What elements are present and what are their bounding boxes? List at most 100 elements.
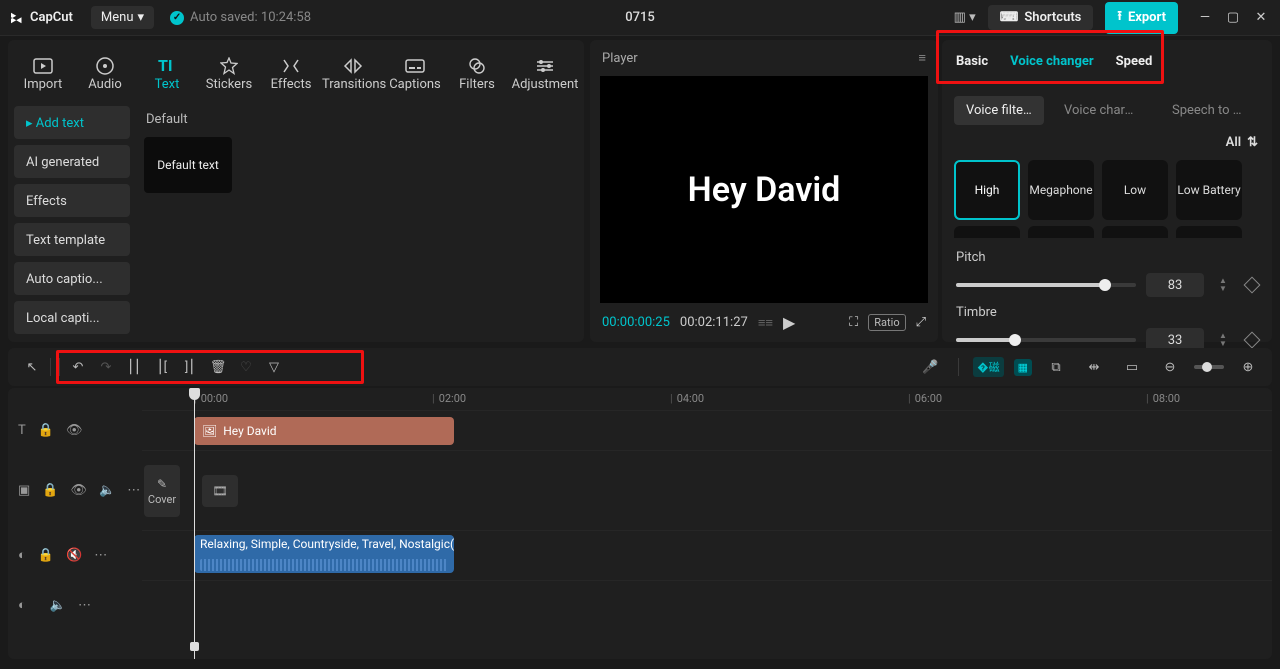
tab-stickers[interactable]: Stickers [198,55,260,98]
preview-icon[interactable]: ▭ [1118,353,1146,381]
keyframe-icon[interactable] [1244,332,1261,349]
layout-icon[interactable]: ▥ ▾ [954,10,976,25]
tab-audio[interactable]: Audio [74,55,136,98]
split-left-icon[interactable]: ⎮[ [148,353,176,381]
tab-text[interactable]: TIText [136,55,198,98]
preset-low[interactable]: Low [1102,160,1168,220]
keyframe-icon[interactable] [1244,277,1261,294]
all-filter-label[interactable]: All [1226,135,1241,150]
split-icon[interactable]: ⎮⎮ [120,353,148,381]
export-button[interactable]: ⭱ Export [1105,2,1178,34]
chevron-down-icon: ▾ [138,10,145,25]
lock-icon[interactable]: 🔒 [38,423,54,438]
tab-adjustment[interactable]: Adjustment [508,55,582,98]
pitch-row: Pitch [942,246,1272,269]
timeline-ruler[interactable]: 00:00 02:00 04:00 06:00 08:00 [142,388,1272,410]
cover-button[interactable]: ✎ Cover [144,465,180,517]
favorite-icon[interactable]: ♡ [232,353,260,381]
filter-icon[interactable]: ⇅ [1247,135,1258,150]
more-icon[interactable]: ⋯ [78,598,91,613]
project-title[interactable]: 0715 [625,10,655,25]
timbre-stepper[interactable]: ▲▼ [1218,332,1228,348]
shortcuts-button[interactable]: ⌨ Shortcuts [988,5,1094,30]
timbre-slider[interactable] [956,338,1136,342]
text-icon: TI [158,57,176,75]
import-icon [33,58,53,74]
preset-low-battery[interactable]: Low Battery [1176,160,1242,220]
hamburger-icon[interactable]: ≡ [918,50,926,66]
fullscreen-icon[interactable]: ⤢ [916,315,926,330]
list-view-icon[interactable]: ≡≡ [758,315,773,331]
adjustment-icon [535,58,555,74]
export-icon: ⭱ [1117,7,1122,29]
marker-icon[interactable]: ▽ [260,353,288,381]
track-audio-2: ◐ 🔈 ⋯ [8,580,1272,630]
lock-icon[interactable]: 🔒 [42,483,58,498]
lock-icon[interactable]: 🔒 [38,548,54,563]
link-icon[interactable]: ⧉ [1042,353,1070,381]
menu-button[interactable]: Menu ▾ [91,6,154,29]
eye-icon[interactable]: 👁 [66,423,83,438]
minimize-icon[interactable]: — [1198,10,1212,25]
pitch-stepper[interactable]: ▲▼ [1218,277,1228,293]
inspector-tab-voice-changer[interactable]: Voice changer [1010,54,1094,69]
snap-icon[interactable]: ▦ [1014,359,1032,376]
subtab-speech-to-song[interactable]: Speech to so... [1160,96,1260,125]
tab-filters[interactable]: Filters [446,55,508,98]
mute-icon[interactable]: 🔈 [99,483,115,498]
more-icon[interactable]: ⋯ [94,548,107,563]
mute-icon[interactable]: 🔈 [50,598,66,613]
pitch-slider[interactable] [956,283,1136,287]
player-controls: 00:00:00:25 00:02:11:27 ≡≡ ▶ ⛶ Ratio ⤢ [590,303,938,342]
sidebar-item-ai-generated[interactable]: AI generated [14,145,130,178]
magnet-icon[interactable]: �磁 [973,357,1003,377]
zoom-slider[interactable] [1194,365,1224,369]
sidebar-item-add-text[interactable]: Add text [14,106,130,139]
subtab-voice-characters[interactable]: Voice charact... [1052,96,1152,125]
tab-captions[interactable]: Captions [384,55,446,98]
scan-icon[interactable]: ⛶ [849,315,858,330]
ratio-button[interactable]: Ratio [868,314,905,331]
close-icon[interactable]: ✕ [1254,10,1268,25]
text-track-icon: T [18,423,26,438]
library-content: Default Default text [136,98,584,342]
mute-active-icon[interactable]: 🔇 [66,548,82,563]
eye-icon[interactable]: 👁 [70,483,87,498]
subtab-voice-filters[interactable]: Voice filters [954,96,1044,125]
delete-icon[interactable]: 🗑 [204,353,232,381]
sidebar-item-effects[interactable]: Effects [14,184,130,217]
sidebar-item-auto-captions[interactable]: Auto captio... [14,262,130,295]
preset-high[interactable]: High [954,160,1020,220]
player-canvas[interactable]: Hey David [600,76,928,303]
preset-megaphone[interactable]: Megaphone [1028,160,1094,220]
tab-effects[interactable]: Effects [260,55,322,98]
video-placeholder[interactable]: 🎞 [202,475,238,507]
sidebar-item-local-captions[interactable]: Local capti... [14,301,130,334]
inspector-tab-speed[interactable]: Speed [1116,54,1153,69]
clip-audio[interactable]: Relaxing, Simple, Countryside, Travel, N… [194,535,454,573]
maximize-icon[interactable]: ▢ [1226,10,1240,25]
pointer-tool-icon[interactable]: ↖ [18,353,46,381]
align-icon[interactable]: ⇹ [1080,353,1108,381]
app-name: CapCut [30,10,73,25]
zoom-in-icon[interactable]: ⊕ [1234,353,1262,381]
undo-icon[interactable]: ↶ [64,353,92,381]
clip-text[interactable]: 🖼 Hey David [194,417,454,445]
inspector-tab-basic[interactable]: Basic [956,54,988,69]
tab-transitions[interactable]: Transitions [322,55,384,98]
sidebar-item-text-template[interactable]: Text template [14,223,130,256]
pitch-value[interactable]: 83 [1146,273,1204,297]
text-preset-default[interactable]: Default text [144,137,232,193]
redo-icon[interactable]: ↷ [92,353,120,381]
mic-icon[interactable]: 🎤 [916,353,944,381]
playhead[interactable] [194,388,195,659]
play-icon[interactable]: ▶ [783,313,795,332]
canvas-text-overlay: Hey David [688,170,841,210]
capcut-icon [8,9,26,27]
audio-track-icon: ◐ [18,597,26,613]
zoom-out-icon[interactable]: ⊖ [1156,353,1184,381]
split-right-icon[interactable]: ]⎮ [176,353,204,381]
tab-import[interactable]: Import [12,55,74,98]
more-icon[interactable]: ⋯ [127,483,140,498]
check-icon: ✓ [170,11,184,25]
